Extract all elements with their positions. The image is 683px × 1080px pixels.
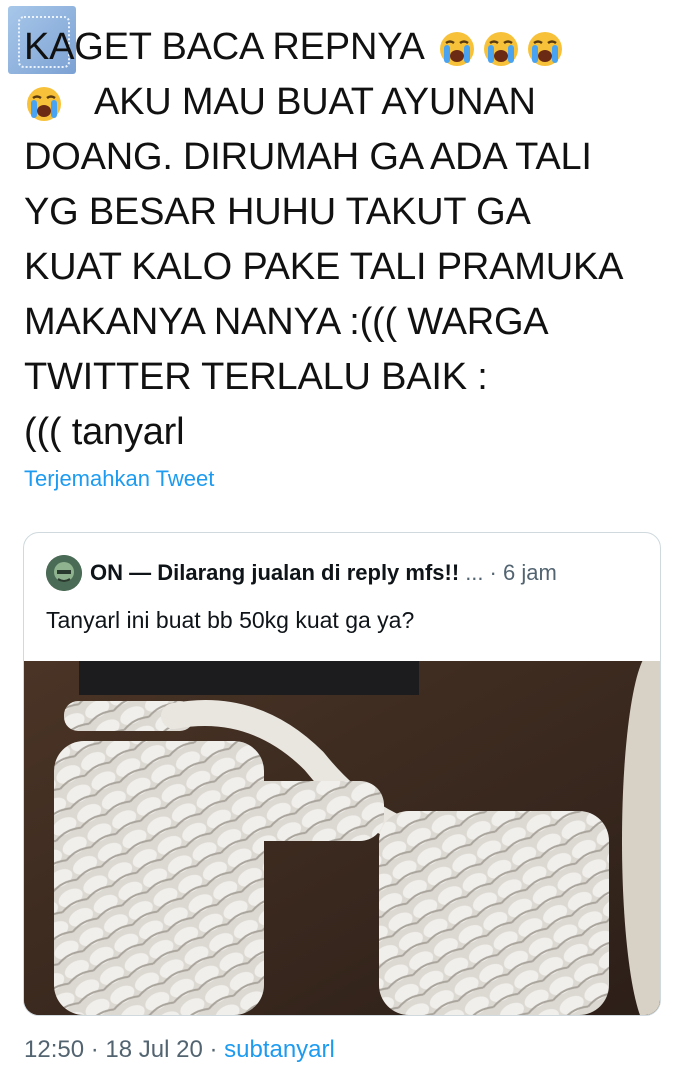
translate-tweet-link[interactable]: Terjemahkan Tweet [24,466,214,492]
tweet-line: YG BESAR HUHU TAKUT GA [24,191,531,233]
quoted-tweet-text: Tanyarl ini buat bb 50kg kuat ga ya? [46,607,415,633]
loudly-crying-face-icon [24,83,64,123]
quoted-tweet-header: ON — Dilarang jualan di reply mfs!! ... … [46,553,640,593]
tweet-source-link[interactable]: subtanyarl [224,1036,335,1063]
tweet-line-6: MAKANYA NANYA :((( WARGA [24,295,664,350]
tweet-line: AKU MAU BUAT AYUNAN [94,81,536,123]
tweet-line-7: TWITTER TERLALU BAIK : [24,350,664,405]
quoted-author-name[interactable]: ON — Dilarang jualan di reply mfs!! [90,560,459,586]
tweet-line-5: KUAT KALO PAKE TALI PRAMUKA [24,240,664,295]
loudly-crying-face-icon [525,28,565,68]
avatar[interactable] [46,555,82,591]
tweet-line-3: DOANG. DIRUMAH GA ADA TALI [24,130,664,185]
quoted-handle-ellipsis: ... [465,560,484,585]
tweet-line: ((( tanyarl [24,411,185,453]
tweet-line-1: KAGET BACA REPNYA [24,20,664,75]
tweet-line: DOANG. DIRUMAH GA ADA TALI [24,136,592,178]
tweet-line-2: AKU MAU BUAT AYUNAN [24,75,664,130]
coiled-white-rope-photo [24,661,660,1015]
quoted-tweet-time: · 6 jam [489,560,557,585]
quoted-tweet-card[interactable]: ON — Dilarang jualan di reply mfs!! ... … [23,532,661,1016]
loudly-crying-face-icon [481,28,521,68]
tweet-text: KAGET BACA REPNYA AKU MAU BUAT AYUNAN DO… [24,20,664,460]
tweet-line: MAKANYA NANYA :((( WARGA [24,301,549,343]
loudly-crying-face-icon [437,28,477,68]
tweet-meta: 12:50 · 18 Jul 20 · subtanyarl [24,1036,335,1064]
quoted-tweet-image[interactable] [24,661,660,1015]
tweet-line-8: ((( tanyarl [24,405,664,460]
tweet-line: TWITTER TERLALU BAIK : [24,356,488,398]
tweet-line-4: YG BESAR HUHU TAKUT GA [24,185,664,240]
tweet-timestamp: 12:50 · 18 Jul 20 · [24,1036,225,1063]
tweet-line: KUAT KALO PAKE TALI PRAMUKA [24,246,624,288]
tweet-line: KAGET BACA REPNYA [24,26,425,68]
